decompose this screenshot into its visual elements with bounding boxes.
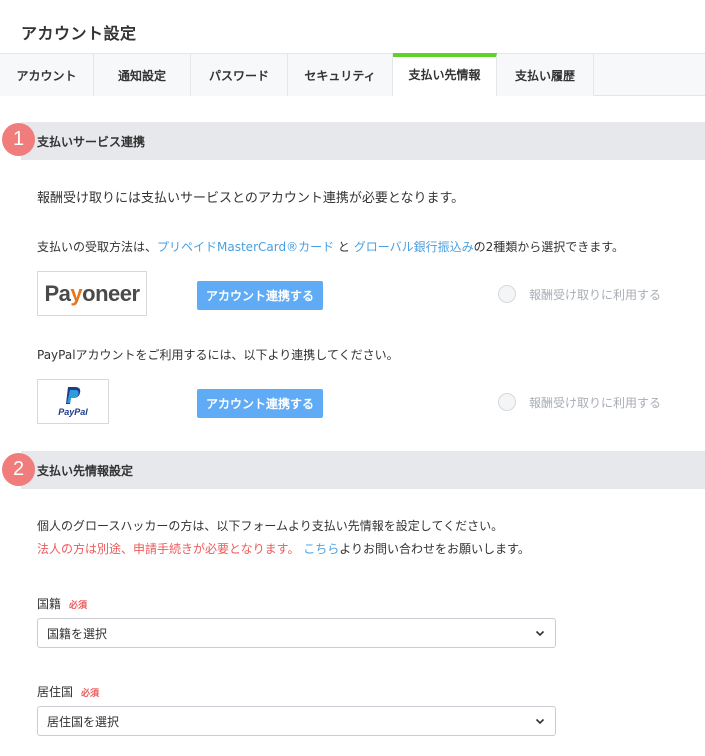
chevron-down-icon — [535, 718, 545, 725]
bank-transfer-link[interactable]: グローバル銀行振込み — [354, 240, 474, 254]
tab-notifications[interactable]: 通知設定 — [94, 54, 191, 96]
tab-payment-info[interactable]: 支払い先情報 — [393, 53, 497, 96]
section-title: 支払い先情報設定 — [37, 463, 134, 478]
payment-methods-text: 支払いの受取方法は、プリペイドMasterCard®カード と グローバル銀行振… — [37, 240, 625, 254]
paypal-connect-button[interactable]: アカウント連携する — [197, 389, 323, 418]
paypal-p-icon — [66, 387, 81, 404]
nationality-label: 国籍 必須 — [37, 597, 88, 611]
tab-bar: アカウント 通知設定 パスワード セキュリティ 支払い先情報 支払い履歴 — [0, 53, 705, 96]
payoneer-logo: Payoneer — [37, 271, 147, 316]
residence-label: 居住国 必須 — [37, 685, 100, 699]
tab-account[interactable]: アカウント — [0, 54, 94, 96]
section-header-payment-details: 支払い先情報設定 — [21, 451, 705, 489]
section-number-badge: 1 — [2, 123, 35, 156]
required-badge: 必須 — [81, 689, 100, 699]
section-number-badge: 2 — [2, 453, 35, 486]
payoneer-connect-button[interactable]: アカウント連携する — [197, 281, 323, 310]
required-badge: 必須 — [69, 601, 88, 611]
paypal-use-label: 報酬受け取りに利用する — [529, 396, 662, 410]
individual-instructions-text: 個人のグロースハッカーの方は、以下フォームより支払い先情報を設定してください。 — [37, 519, 504, 533]
paypal-note-text: PayPalアカウントをご利用するには、以下より連携してください。 — [37, 348, 399, 362]
contact-link[interactable]: こちら — [303, 542, 339, 556]
chevron-down-icon — [535, 630, 545, 637]
tab-security[interactable]: セキュリティ — [288, 54, 393, 96]
paypal-use-radio[interactable] — [498, 393, 516, 411]
residence-select[interactable]: 居住国を選択 — [37, 706, 556, 736]
prepaid-card-link[interactable]: プリペイドMasterCard®カード — [157, 240, 334, 254]
tab-payment-history[interactable]: 支払い履歴 — [497, 54, 594, 96]
section-title: 支払いサービス連携 — [37, 134, 146, 149]
payment-intro-text: 報酬受け取りには支払いサービスとのアカウント連携が必要となります。 — [37, 191, 465, 206]
corporate-instructions-text: 法人の方は別途、申請手続きが必要となります。 こちらよりお問い合わせをお願いしま… — [37, 542, 530, 556]
nationality-select[interactable]: 国籍を選択 — [37, 618, 556, 648]
tab-password[interactable]: パスワード — [191, 54, 288, 96]
payoneer-use-radio[interactable] — [498, 285, 516, 303]
payoneer-use-label: 報酬受け取りに利用する — [529, 288, 662, 302]
paypal-logo: PayPal — [37, 379, 109, 424]
section-header-payment-services: 支払いサービス連携 — [21, 122, 705, 160]
page-title: アカウント設定 — [21, 24, 137, 43]
